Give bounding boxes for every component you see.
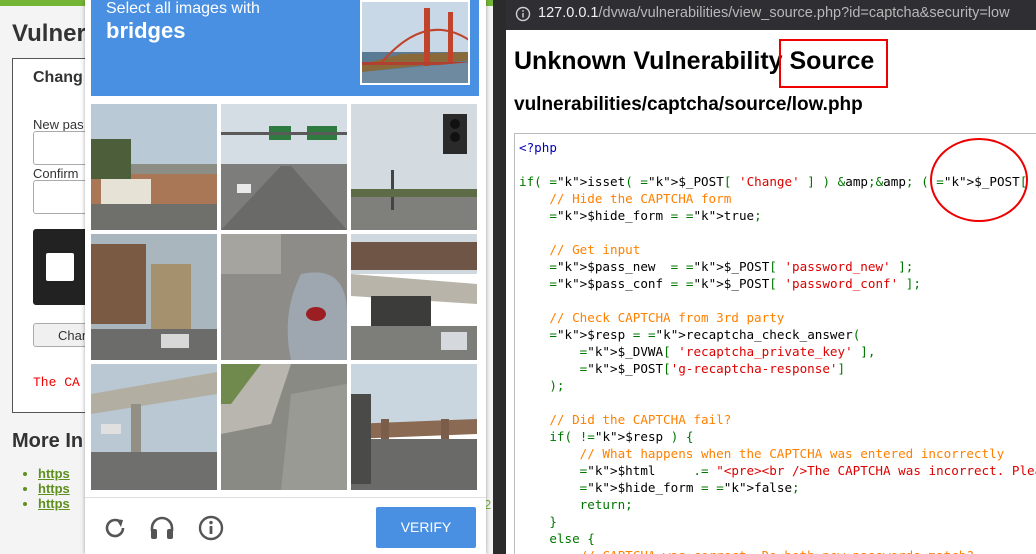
code-line: ="k">$hide_form = ="k">false; (579, 480, 800, 495)
panel-title: Chang (33, 69, 83, 86)
image-tile[interactable] (91, 234, 217, 360)
source-title-part1: Unknown Vulnerability (514, 47, 790, 75)
code-line: return; (579, 497, 633, 512)
image-tile[interactable] (221, 364, 347, 490)
confirm-password-label: Confirm (33, 166, 79, 181)
new-password-label: New pas (33, 117, 84, 132)
image-tile[interactable] (221, 104, 347, 230)
url-host: 127.0.0.1 (538, 5, 599, 21)
info-link[interactable]: https (38, 481, 70, 496)
source-file-path: vulnerabilities/captcha/source/low.php (514, 94, 863, 115)
code-line: // What happens when the CAPTCHA was ent… (519, 446, 1005, 461)
image-tile[interactable] (91, 364, 217, 490)
code-line: // Get input (519, 242, 641, 257)
address-bar[interactable]: 127.0.0.1/dvwa/vulnerabilities/view_sour… (506, 0, 1036, 30)
code-line: ="k">$_DVWA[ 'recaptcha_private_key' ], (579, 344, 876, 359)
instruction-text: Select all images with (106, 0, 260, 17)
image-tile[interactable] (91, 104, 217, 230)
verify-button[interactable]: VERIFY (376, 507, 476, 548)
code-line: } (549, 514, 557, 529)
page-title: Vulner (12, 20, 86, 47)
audio-icon[interactable] (148, 514, 176, 542)
image-tile[interactable] (351, 234, 477, 360)
code-line: else { (549, 531, 595, 546)
code-line: ="k">$resp = ="k">recaptcha_check_answer… (549, 327, 861, 342)
red-highlight-circle (930, 138, 1028, 222)
image-tile[interactable] (351, 104, 477, 230)
more-info-title: More In (12, 430, 84, 452)
error-message: The CA (33, 375, 80, 390)
info-icon[interactable] (197, 514, 225, 542)
code-line: if( !="k">$resp ) { (549, 429, 694, 444)
instruction-target: bridges (106, 18, 186, 43)
code-line: ="k">$html .= "<pre><br />The CAPTCHA wa… (579, 463, 1036, 478)
reload-icon[interactable] (101, 514, 129, 542)
code-line: ="k">$pass_new = ="k">$_POST[ 'password_… (549, 259, 914, 274)
more-info-links: https https https (38, 466, 70, 511)
source-window: 127.0.0.1/dvwa/vulnerabilities/view_sour… (506, 0, 1036, 554)
code-line: ="k">$_POST['g-recaptcha-response'] (579, 361, 846, 376)
url-text[interactable]: 127.0.0.1/dvwa/vulnerabilities/view_sour… (538, 5, 1010, 21)
info-link[interactable]: https (38, 496, 70, 511)
site-info-icon[interactable] (515, 6, 531, 22)
challenge-header: Select all images with bridges (91, 0, 479, 96)
url-path: /dvwa/vulnerabilities/view_source.php?id… (598, 5, 1010, 21)
footer-divider (85, 497, 486, 498)
code-line: ="k">$pass_conf = ="k">$_POST[ 'password… (549, 276, 921, 291)
info-link[interactable]: https (38, 466, 70, 481)
code-line: ); (549, 378, 565, 393)
code-line: // Did the CAPTCHA fail? (519, 412, 732, 427)
code-line: // CAPTCHA was correct. Do both new pass… (519, 547, 1036, 554)
window-divider (493, 0, 506, 554)
image-tile[interactable] (351, 364, 477, 490)
recaptcha-checkbox[interactable] (46, 253, 74, 281)
red-highlight-box (779, 39, 888, 88)
recaptcha-challenge-popup: Select all images with bridges VERIFY (85, 0, 486, 554)
image-tile[interactable] (221, 234, 347, 360)
sample-bridge-image (360, 0, 470, 85)
code-line: // Check CAPTCHA from 3rd party (519, 310, 785, 325)
